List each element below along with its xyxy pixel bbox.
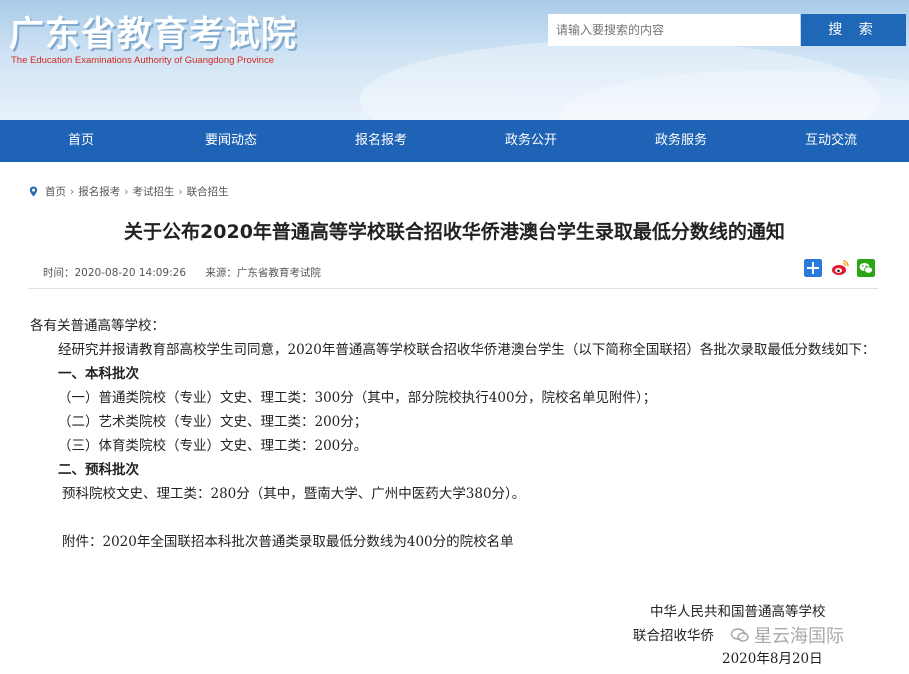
search-input[interactable] — [548, 14, 800, 46]
search-button[interactable]: 搜 索 — [801, 14, 906, 46]
signature-line-1: 中华人民共和国普通高等学校 — [650, 604, 826, 620]
site-header: 广东省教育考试院 The Education Examinations Auth… — [0, 0, 909, 120]
signature-date: 2020年8月20日 — [722, 651, 823, 667]
breadcrumb-separator: › — [70, 185, 75, 198]
main-nav: 首页 要闻动态 报名报考 政务公开 政务服务 互动交流 — [0, 120, 909, 162]
article-title: 关于公布2020年普通高等学校联合招收华侨港澳台学生录取最低分数线的通知 — [124, 221, 785, 243]
body-item: （一）普通类院校（专业）文史、理工类：300分（其中，部分院校执行400分，院校… — [58, 390, 657, 406]
nav-item-government-affairs[interactable]: 政务公开 — [481, 120, 581, 162]
site-logo-subtitle: The Education Examinations Authority of … — [11, 55, 274, 66]
article-meta: 时间：2020-08-20 14:09:26 来源：广东省教育考试院 — [43, 265, 337, 280]
article-source: 来源：广东省教育考试院 — [205, 267, 321, 279]
attachment-link[interactable]: 附件：2020年全国联招本科批次普通类录取最低分数线为400分的院校名单 — [30, 530, 882, 554]
location-pin-icon — [29, 186, 38, 197]
watermark-text: 星云海国际 — [754, 626, 844, 647]
site-logo-title[interactable]: 广东省教育考试院 — [9, 6, 297, 57]
publish-time: 时间：2020-08-20 14:09:26 — [43, 267, 187, 279]
breadcrumb-exam-enrollment[interactable]: 考试招生 — [132, 184, 174, 199]
wechat-watermark-icon — [730, 628, 749, 642]
greeting: 各有关普通高等学校： — [30, 318, 165, 334]
breadcrumb: 首页 › 报名报考 › 考试招生 › 联合招生 — [28, 184, 229, 199]
body-item: （三）体育类院校（专业）文史、理工类：200分。 — [58, 438, 368, 454]
body-item: 预科院校文史、理工类：280分（其中，暨南大学、广州中医药大学380分）。 — [62, 486, 526, 502]
weibo-icon[interactable] — [831, 259, 849, 277]
share-plus-icon[interactable] — [804, 259, 822, 277]
nav-item-home[interactable]: 首页 — [31, 120, 131, 162]
section-heading: 一、本科批次 — [58, 366, 139, 382]
body-item: （二）艺术类院校（专业）文史、理工类：200分； — [58, 414, 368, 430]
nav-item-registration[interactable]: 报名报考 — [331, 120, 431, 162]
nav-item-interaction[interactable]: 互动交流 — [781, 120, 881, 162]
wechat-icon[interactable] — [857, 259, 875, 277]
nav-item-services[interactable]: 政务服务 — [631, 120, 731, 162]
watermark: 星云海国际 — [730, 622, 844, 648]
body-paragraph: 经研究并报请教育部高校学生司同意，2020年普通高等学校联合招收华侨港澳台学生（… — [58, 342, 876, 358]
breadcrumb-registration[interactable]: 报名报考 — [78, 184, 120, 199]
breadcrumb-separator: › — [178, 185, 183, 198]
breadcrumb-separator: › — [124, 185, 129, 198]
article-body: 各有关普通高等学校： 经研究并报请教育部高校学生司同意，2020年普通高等学校联… — [30, 314, 882, 554]
nav-item-news[interactable]: 要闻动态 — [181, 120, 281, 162]
divider — [28, 288, 878, 289]
signature-line-2: 联合招收华侨 — [633, 628, 714, 644]
section-heading: 二、预科批次 — [58, 462, 139, 478]
breadcrumb-joint-enrollment[interactable]: 联合招生 — [187, 184, 229, 199]
breadcrumb-home[interactable]: 首页 — [45, 184, 66, 199]
